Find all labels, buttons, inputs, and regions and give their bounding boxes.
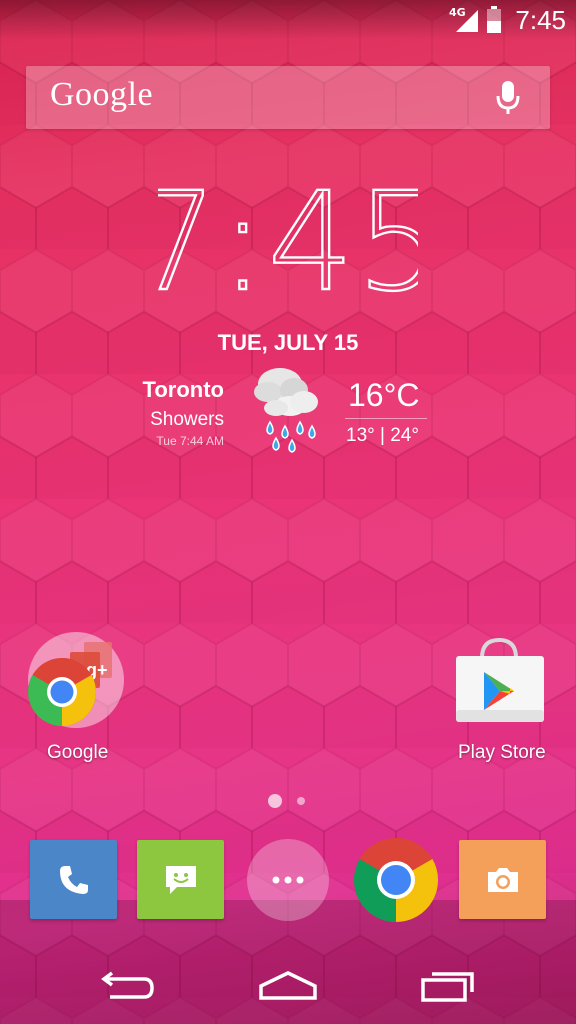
google-folder-icon: g+ [28, 632, 124, 728]
weather-city[interactable]: Toronto [143, 377, 224, 403]
rain-showers-icon [254, 368, 318, 453]
dock-all-apps[interactable] [246, 838, 330, 922]
clock-date: TUE, JULY 15 [217, 330, 359, 355]
app-label: Play Store [458, 742, 546, 763]
microphone-icon[interactable] [496, 80, 520, 116]
dock-camera[interactable] [459, 840, 547, 920]
navigation-bar [0, 944, 576, 1024]
back-icon[interactable] [98, 970, 158, 1006]
battery-icon [487, 6, 501, 33]
message-icon [166, 866, 196, 894]
play-store-app[interactable]: Play Store [452, 636, 546, 763]
weather-updated: Tue 7:44 AM [156, 434, 224, 448]
chrome-icon [353, 838, 439, 922]
weather-range: 13° | 24° [346, 425, 419, 446]
clock-time: 7:45 [158, 185, 418, 295]
recents-icon[interactable] [420, 968, 478, 1004]
google-logo: Google [50, 76, 154, 113]
weather-divider [345, 418, 427, 419]
status-time: 7:45 [515, 5, 566, 35]
play-store-icon [456, 637, 544, 722]
home-icon[interactable] [256, 968, 320, 1004]
weather-condition: Showers [150, 409, 224, 430]
page-indicator [297, 797, 305, 805]
google-search-bar[interactable]: Google [26, 66, 550, 129]
status-bar: 4G 7:45 [0, 0, 576, 40]
weather-temperature: 16°C [348, 377, 420, 413]
dock-messaging[interactable] [137, 840, 225, 920]
phone-icon [60, 866, 88, 894]
apps-launcher-icon [247, 839, 329, 921]
page-indicator-active [268, 794, 282, 808]
dock-phone[interactable] [30, 840, 118, 920]
app-label: Google [47, 742, 109, 763]
camera-icon [488, 868, 518, 892]
clock-widget[interactable]: 7:45 [158, 185, 418, 295]
google-folder[interactable]: g+ Google [26, 630, 130, 763]
signal-icon [456, 10, 478, 32]
dock-chrome[interactable] [352, 836, 440, 924]
